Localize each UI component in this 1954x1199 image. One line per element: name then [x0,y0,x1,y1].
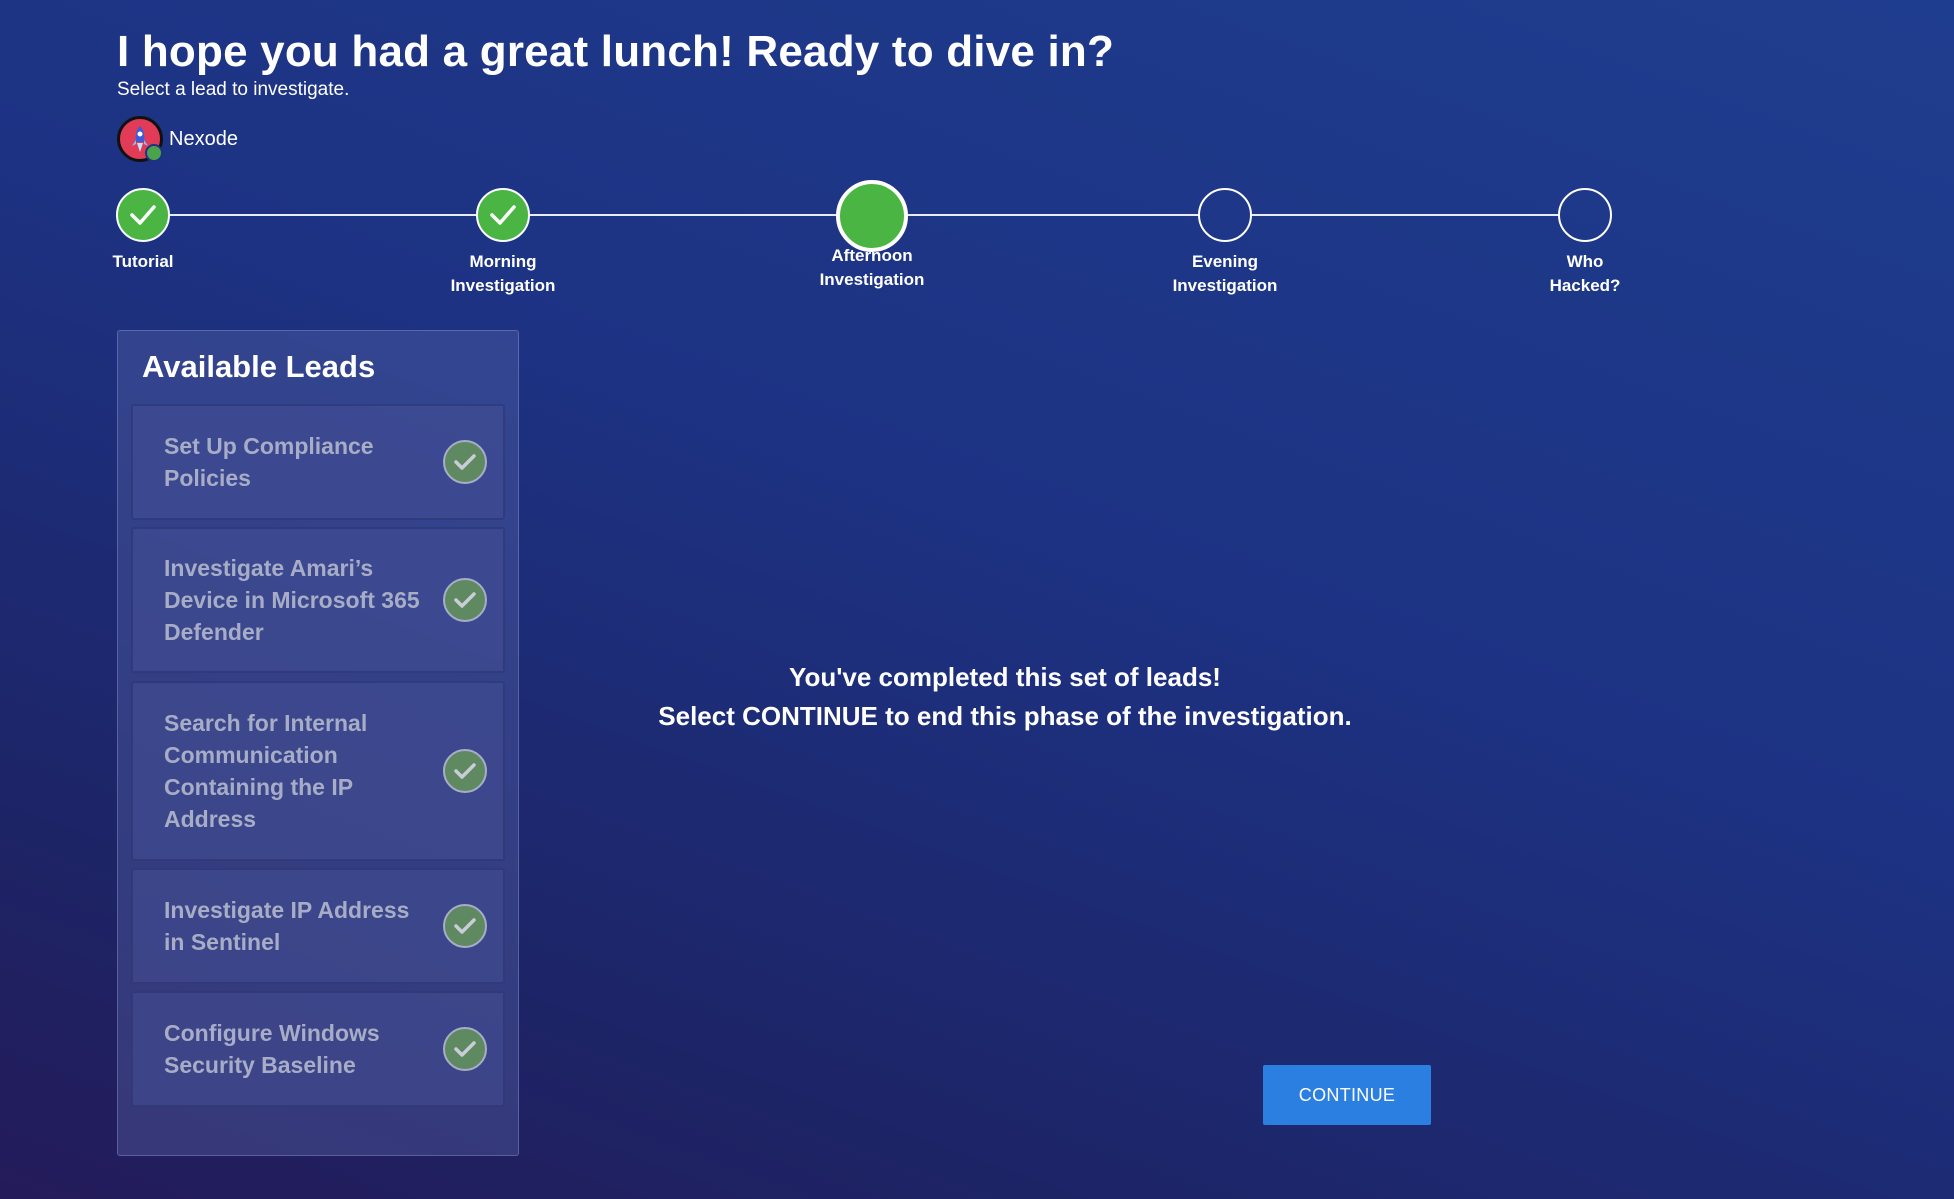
step-connector [529,214,836,216]
lead-label: Investigate Amari’s Device in Microsoft … [164,555,420,645]
step-label: Evening Investigation [1172,252,1278,295]
lead-complete-check-icon [443,1027,487,1071]
lead-label: Investigate IP Address in Sentinel [164,897,410,955]
lead-item[interactable]: Search for Internal Communication Contai… [131,681,505,861]
completion-message: You've completed this set of leads! Sele… [560,658,1450,736]
step-connector [1251,214,1559,216]
lead-label: Set Up Compliance Policies [164,433,374,491]
check-icon [454,918,476,934]
check-icon [454,763,476,779]
check-icon [454,454,476,470]
page-title: I hope you had a great lunch! Ready to d… [117,27,1115,76]
step-circle[interactable] [476,188,530,242]
org-badge: Nexode [117,116,238,162]
check-icon [130,205,156,225]
lead-item[interactable]: Investigate IP Address in Sentinel [131,868,505,984]
step-circle[interactable] [1558,188,1612,242]
step-label: Who Hacked? [1549,252,1621,295]
leads-title: Available Leads [142,349,376,384]
presence-indicator [145,144,163,162]
page-subtitle: Select a lead to investigate. [117,79,350,100]
step-label: Afternoon Investigation [819,246,925,289]
lead-complete-check-icon [443,749,487,793]
step-label: Tutorial [112,252,174,271]
lead-label: Search for Internal Communication Contai… [164,710,368,832]
available-leads-panel: Available Leads Set Up Compliance Polici… [117,330,519,1156]
completion-line-2: Select CONTINUE to end this phase of the… [658,701,1352,731]
org-name: Nexode [169,127,238,150]
lead-complete-check-icon [443,578,487,622]
lead-label: Configure Windows Security Baseline [164,1020,380,1078]
avatar [117,116,163,162]
step-connector [169,214,476,216]
check-icon [454,1041,476,1057]
lead-complete-check-icon [443,440,487,484]
lead-item[interactable]: Configure Windows Security Baseline [131,991,505,1107]
lead-item[interactable]: Investigate Amari’s Device in Microsoft … [131,527,505,673]
step-circle[interactable] [836,180,908,252]
step-circle[interactable] [1198,188,1252,242]
lead-complete-check-icon [443,904,487,948]
step-connector [907,214,1199,216]
lead-item[interactable]: Set Up Compliance Policies [131,404,505,520]
check-icon [454,592,476,608]
header: I hope you had a great lunch! Ready to d… [117,24,1114,102]
check-icon [490,205,516,225]
step-circle[interactable] [116,188,170,242]
completion-line-1: You've completed this set of leads! [789,662,1221,692]
step-label: Morning Investigation [450,252,556,295]
continue-button[interactable]: CONTINUE [1263,1065,1431,1125]
